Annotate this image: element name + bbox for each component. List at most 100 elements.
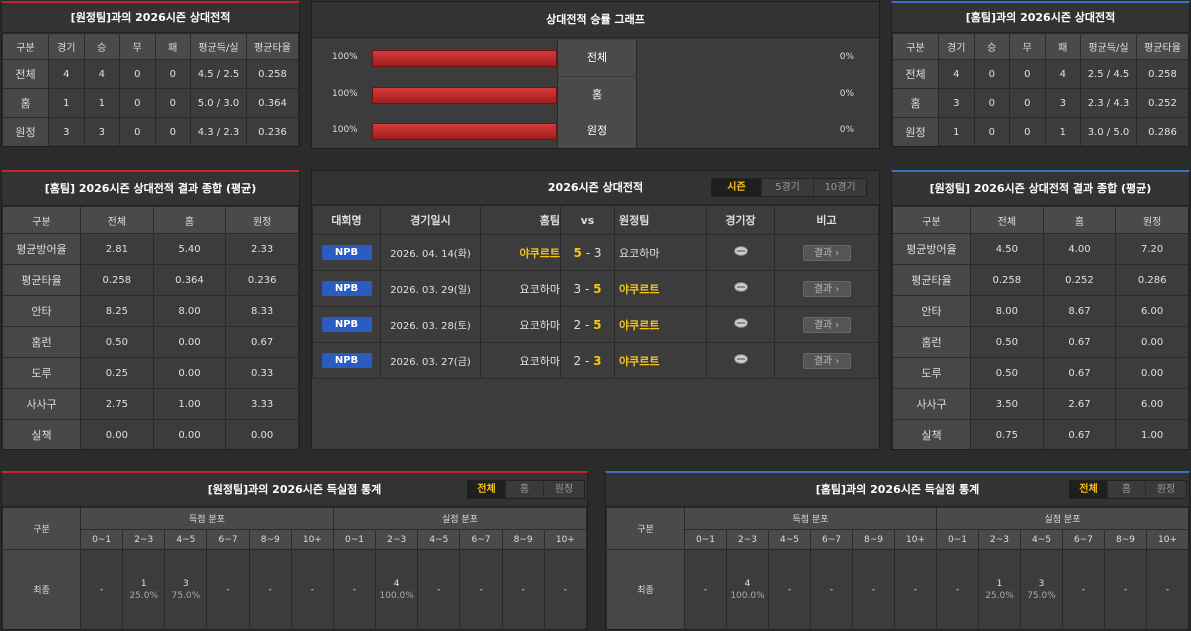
away-score: 5 xyxy=(593,317,602,332)
bin-header: 2~3 xyxy=(375,529,419,550)
bin-header: 0~1 xyxy=(79,529,124,550)
cell: 0.258 xyxy=(246,59,299,89)
game-row: NPB 2026. 04. 14(화) 야쿠르트 5 - 3 요코하마 결과 › xyxy=(312,234,879,271)
dist-cell: - xyxy=(459,549,503,629)
dist-count: 4 xyxy=(744,578,751,589)
cell: 0.67 xyxy=(1042,326,1117,358)
dist-count: - xyxy=(268,584,272,595)
table-row: 안타 8.25 8.00 8.33 xyxy=(2,295,299,327)
cell: 0.364 xyxy=(246,88,299,118)
home-summary-table: 구분 전체 홈 원정 평균방어율 2.81 5.40 2.33 평균타율 0.258 0.364… xyxy=(2,206,299,449)
away-team: 야쿠르트 xyxy=(614,270,707,307)
cell: 4 xyxy=(48,59,85,89)
home-score: 5 xyxy=(573,245,582,260)
cell: 2.5 / 4.5 xyxy=(1080,59,1137,89)
graph-row-total: 100% 전체 0% xyxy=(312,40,879,76)
season-games-table: 대회명 경기일시 홈팀 vs 원정팀 경기장 비고 NPB 2026. 04. … xyxy=(312,205,879,379)
col-header: 경기 xyxy=(48,33,85,60)
cell: 6.00 xyxy=(1115,388,1189,420)
result-button[interactable]: 결과 › xyxy=(802,352,851,369)
tab-5-games[interactable]: 5경기 xyxy=(762,179,814,196)
score: 3 - 5 xyxy=(560,270,615,307)
dist-count: 4 xyxy=(393,578,400,589)
game-date: 2026. 03. 29(일) xyxy=(380,270,481,307)
cell: 0.236 xyxy=(246,117,299,146)
tab-home[interactable]: 홈 xyxy=(506,481,544,498)
home-summary-title: [홈팀] 2026시즌 상대전적 결과 종합 (평균) xyxy=(2,172,299,206)
result-button[interactable]: 결과 › xyxy=(802,280,851,297)
result-button[interactable]: 결과 › xyxy=(802,316,851,333)
table-row: 사사구 3.50 2.67 6.00 xyxy=(892,388,1189,420)
row-label: 최종 xyxy=(606,549,685,629)
cell: 1.00 xyxy=(1115,419,1189,449)
dist-count: 1 xyxy=(140,578,147,589)
tab-home[interactable]: 홈 xyxy=(1108,481,1146,498)
game-date: 2026. 04. 14(화) xyxy=(380,234,481,271)
cell: 0.364 xyxy=(152,264,227,296)
row-label: 원정 xyxy=(892,117,939,146)
tab-away[interactable]: 원정 xyxy=(1146,481,1186,498)
result-button[interactable]: 결과 › xyxy=(802,244,851,261)
cell: 1 xyxy=(938,117,975,146)
cell: 0.00 xyxy=(1115,357,1189,389)
dist-pct: 75.0% xyxy=(1027,590,1056,601)
dist-pct: 100.0% xyxy=(730,590,765,601)
home-record-table: 구분 경기 승 무 패 평균득/실 평균타율 전체 4 0 0 4 2.5 / 4.5 0.… xyxy=(892,33,1189,146)
dist-cell: 3 75.0% xyxy=(1020,549,1063,629)
bin-header: 10+ xyxy=(543,529,587,550)
cell: 0.252 xyxy=(1042,264,1117,296)
cell: 0 xyxy=(119,88,156,118)
cell: 2.75 xyxy=(80,388,154,420)
col-header: 홈 xyxy=(152,206,227,234)
row-label: 사사구 xyxy=(2,388,81,420)
dist-count: - xyxy=(955,584,960,595)
col-header: 홈 xyxy=(1042,206,1117,234)
cell: 0 xyxy=(973,59,1010,89)
home-record-title: [홈팀]과의 2026시즌 상대전적 xyxy=(892,3,1189,33)
row-label: 도루 xyxy=(892,357,971,389)
graph-left-pct: 100% xyxy=(332,52,358,62)
tab-season[interactable]: 시즌 xyxy=(712,179,762,196)
cell: 3.33 xyxy=(225,388,299,420)
dist-count: - xyxy=(99,584,104,595)
table-row: 평균방어율 2.81 5.40 2.33 xyxy=(2,233,299,265)
scored-header: 득점 분포 xyxy=(80,507,334,530)
tab-10-games[interactable]: 10경기 xyxy=(814,179,866,196)
col-header: 경기일시 xyxy=(380,205,481,235)
game-date: 2026. 03. 27(금) xyxy=(380,342,481,379)
row-label: 평균방어율 xyxy=(2,233,81,265)
row-label: 사사구 xyxy=(892,388,971,420)
cell: 5.40 xyxy=(152,233,227,265)
tab-all[interactable]: 전체 xyxy=(1070,481,1108,498)
tab-all[interactable]: 전체 xyxy=(468,481,506,498)
dist-cell: - xyxy=(248,549,292,629)
col-header: 무 xyxy=(1009,33,1046,60)
bin-header: 6~7 xyxy=(1062,529,1105,550)
graph-right-pct: 0% xyxy=(839,89,854,99)
col-header: 구분 xyxy=(2,33,49,60)
table-row: 실책 0.00 0.00 0.00 xyxy=(2,419,299,449)
col-header: 평균득/실 xyxy=(190,33,247,60)
bin-header: 6~7 xyxy=(810,529,853,550)
table-header-row: 구분 경기 승 무 패 평균득/실 평균타율 xyxy=(2,33,299,60)
tab-away[interactable]: 원정 xyxy=(544,481,584,498)
home-dist-tabs: 전체 홈 원정 xyxy=(1069,480,1187,499)
cell: 1 xyxy=(48,88,85,118)
col-header: 패 xyxy=(1044,33,1081,60)
dist-count: - xyxy=(563,584,567,595)
dist-cell: 4 100.0% xyxy=(375,549,419,629)
cell: 3 xyxy=(48,117,85,146)
col-header: 원정팀 xyxy=(614,205,707,235)
col-header: 평균타율 xyxy=(1136,33,1189,60)
graph-right-pct: 0% xyxy=(839,52,854,62)
row-label: 실책 xyxy=(2,419,81,449)
row-label: 홈 xyxy=(892,88,939,118)
dist-cell: - xyxy=(810,549,853,629)
cell: 5.0 / 3.0 xyxy=(190,88,247,118)
dist-count: - xyxy=(226,584,230,595)
cell: 0.00 xyxy=(1115,326,1189,358)
row-label: 원정 xyxy=(2,117,49,146)
bin-header: 8~9 xyxy=(852,529,895,550)
col-header: 전체 xyxy=(970,206,1044,234)
row-label: 평균타율 xyxy=(892,264,971,296)
